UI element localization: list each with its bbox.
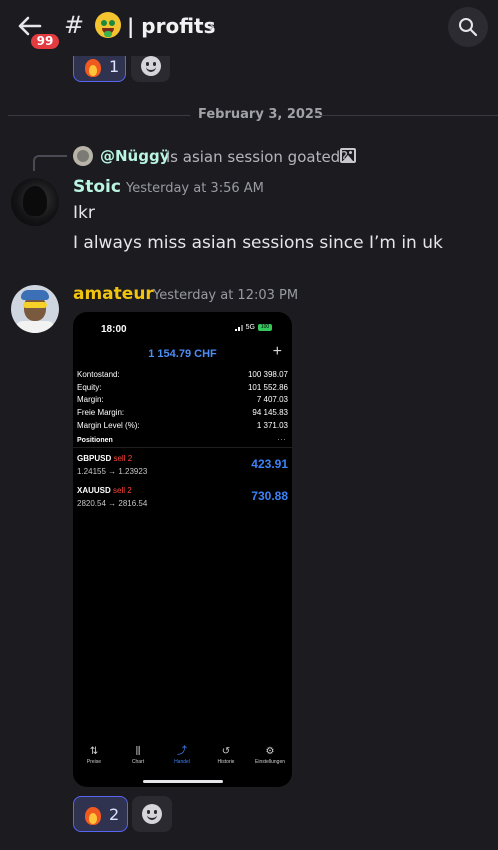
date-divider: February 3, 2025 xyxy=(198,107,324,122)
message-text: I always miss asian sessions since I’m i… xyxy=(73,233,443,253)
position-prices: 1.24155 → 1.23923 xyxy=(77,467,148,476)
account-value: 7 407.03 xyxy=(256,395,288,404)
message-timestamp: Yesterday at 12:03 PM xyxy=(153,288,299,303)
separator xyxy=(73,447,292,448)
candles-icon: ⫼ xyxy=(135,746,141,757)
position-profit: 423.91 xyxy=(251,457,288,471)
balance-value: 1 154.79 CHF xyxy=(148,348,217,360)
reply-avatar[interactable] xyxy=(73,146,93,166)
positions-heading: Positionen xyxy=(77,437,113,444)
signal-icon xyxy=(234,324,243,331)
fire-emoji-icon xyxy=(83,55,103,77)
trade-side: sell 2 xyxy=(113,454,133,463)
network-label: 5G xyxy=(245,324,255,331)
tab-label: Preise xyxy=(86,759,102,765)
status-indicators: 5G 100 xyxy=(234,324,272,331)
tab-chart: ⫼ Chart xyxy=(123,745,153,765)
battery-icon: 100 xyxy=(258,324,272,331)
unread-badge: 99 xyxy=(28,31,62,52)
smiley-icon xyxy=(140,56,161,76)
position-prices: 2820.54 → 2816.54 xyxy=(77,499,148,508)
position-symbol: XAUUSD sell 2 xyxy=(77,486,132,495)
avatar-amateur[interactable] xyxy=(11,285,59,333)
account-value: 100 398.07 xyxy=(247,370,288,379)
trade-chart-icon: ⤴ xyxy=(177,746,187,757)
hash-icon: # xyxy=(64,11,85,39)
account-label: Freie Margin: xyxy=(77,408,125,417)
history-icon: ↺ xyxy=(221,746,231,757)
search-icon xyxy=(459,18,478,37)
more-icon: ··· xyxy=(277,434,286,444)
position-profit: 730.88 xyxy=(251,489,288,503)
avatar-stoic[interactable] xyxy=(11,178,59,226)
gear-icon: ⚙ xyxy=(265,746,275,757)
tab-label: Chart xyxy=(131,759,145,765)
reply-connector xyxy=(33,155,67,171)
reaction-count: 1 xyxy=(109,56,120,76)
account-label: Kontostand: xyxy=(77,370,120,379)
money-mouth-emoji-icon xyxy=(95,12,121,38)
channel-name[interactable]: | profits xyxy=(127,14,215,38)
add-reaction-button[interactable] xyxy=(132,796,172,832)
account-label: Margin Level (%): xyxy=(77,421,140,430)
message-text: Ikr xyxy=(73,203,95,223)
status-time: 18:00 xyxy=(101,324,127,335)
message-timestamp: Yesterday at 3:56 AM xyxy=(126,181,264,196)
reply-preview[interactable]: is asian session goated? xyxy=(166,148,348,166)
fire-emoji-icon xyxy=(83,803,103,825)
account-label: Margin: xyxy=(77,395,104,404)
image-attachment[interactable]: 18:00 5G 100 1 154.79 CHF + Kontostand: … xyxy=(73,312,292,787)
tab-preise: ⇅ Preise xyxy=(79,745,109,765)
divider-line xyxy=(312,115,498,116)
divider-line xyxy=(8,115,190,116)
prices-icon: ⇅ xyxy=(89,746,99,757)
image-icon xyxy=(340,148,356,163)
tab-historie: ↺ Historie xyxy=(211,745,241,765)
message-author[interactable]: amateur xyxy=(73,284,154,304)
tab-label: Handel xyxy=(174,759,190,765)
reaction-fire[interactable]: 2 xyxy=(73,796,128,832)
chevron-right-icon[interactable]: › xyxy=(208,16,215,37)
account-value: 94 145.83 xyxy=(252,408,288,417)
tab-einstellungen: ⚙ Einstellungen xyxy=(255,745,285,765)
reaction-count: 2 xyxy=(109,804,120,824)
trade-side: sell 2 xyxy=(113,486,132,495)
app-tab-bar: ⇅ Preise ⫼ Chart ⤴ Handel ↺ Historie ⚙ E… xyxy=(73,745,292,775)
channel-header: 99 # | profits › xyxy=(0,0,498,56)
account-value: 1 371.03 xyxy=(256,421,288,430)
search-button[interactable] xyxy=(448,7,488,47)
tab-handel: ⤴ Handel xyxy=(167,745,197,765)
symbol-name: XAUUSD xyxy=(77,486,111,495)
home-indicator xyxy=(143,780,223,783)
position-symbol: GBPUSD sell 2 xyxy=(77,454,132,463)
position-row: XAUUSD sell 2 2820.54 → 2816.54 730.88 xyxy=(77,486,288,520)
symbol-name: GBPUSD xyxy=(77,454,112,463)
reply-author[interactable]: @Nüggÿ xyxy=(100,147,170,165)
position-row: GBPUSD sell 2 1.24155 → 1.23923 423.91 xyxy=(77,454,288,488)
message-author[interactable]: Stoic xyxy=(73,177,121,197)
account-label: Equity: xyxy=(77,383,102,392)
smiley-icon xyxy=(142,804,162,824)
account-value: 101 552.86 xyxy=(247,383,288,392)
tab-label: Historie xyxy=(217,759,235,765)
tab-label: Einstellungen xyxy=(255,759,286,765)
plus-icon: + xyxy=(272,343,282,360)
